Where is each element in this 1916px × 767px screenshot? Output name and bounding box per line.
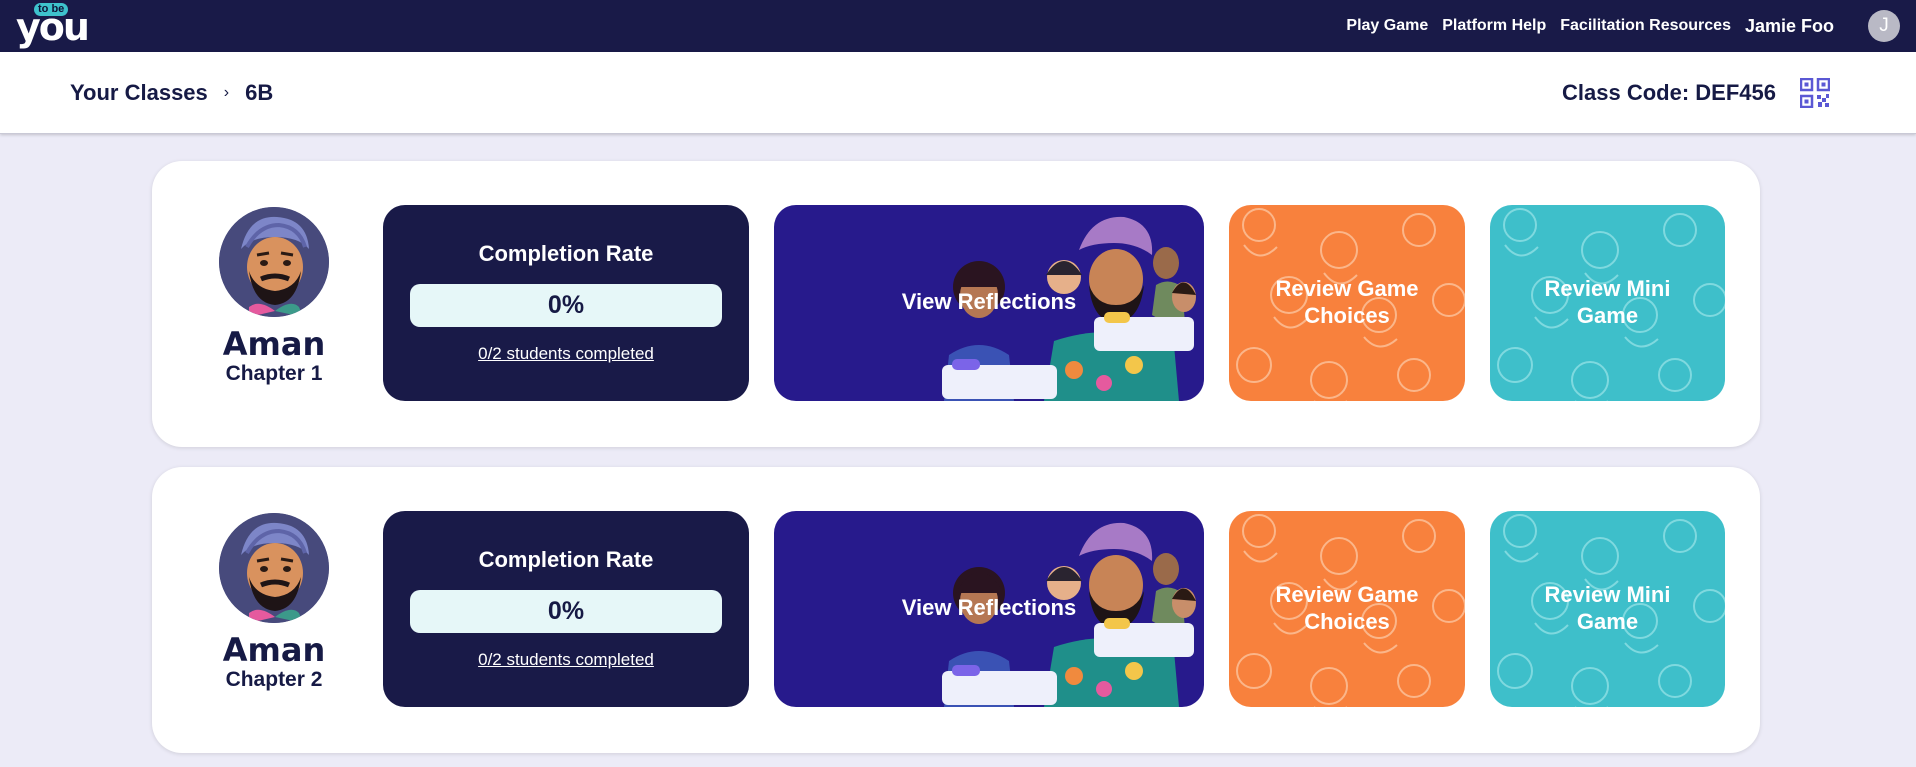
completion-percent: 0% (410, 590, 722, 633)
qr-code-icon[interactable] (1800, 78, 1830, 108)
nav-play-game[interactable]: Play Game (1346, 17, 1428, 35)
completion-title: Completion Rate (478, 241, 654, 266)
review-mini-game-label: Review Mini Game (1544, 276, 1671, 328)
class-code: Class Code: DEF456 (1562, 80, 1776, 105)
view-reflections-button[interactable]: View Reflections (774, 511, 1204, 707)
review-mini-game-button[interactable]: Review Mini Game (1490, 511, 1725, 707)
breadcrumb-current-class: 6B (245, 80, 274, 105)
breadcrumb: Your Classes › 6B (70, 80, 273, 106)
chapter-label: Chapter 2 (225, 668, 323, 691)
chapter-label: Chapter 1 (225, 362, 323, 385)
to-be-you-logo[interactable]: you to be (16, 3, 90, 47)
view-reflections-label: View Reflections (901, 289, 1077, 314)
logo-badge: to be (34, 3, 69, 16)
nav-platform-help[interactable]: Platform Help (1442, 17, 1546, 35)
completion-rate-tile: Completion Rate 0% 0/2 students complete… (383, 511, 749, 707)
nav-links: Play Game Platform Help Facilitation Res… (1346, 0, 1834, 52)
view-reflections-button[interactable]: View Reflections (774, 205, 1204, 401)
class-header: Your Classes › 6B Class Code: DEF456 (0, 52, 1916, 134)
chapter-card: Aman Chapter 2 Completion Rate 0% 0/2 st… (152, 467, 1760, 753)
nav-facilitation-resources[interactable]: Facilitation Resources (1560, 17, 1731, 35)
user-name[interactable]: Jamie Foo (1745, 16, 1834, 37)
character-name: Aman (222, 325, 326, 363)
breadcrumb-separator: › (223, 84, 230, 101)
character-block: Aman Chapter 2 (204, 513, 344, 693)
chapter-card: Aman Chapter 1 Completion Rate 0% 0/2 st… (152, 161, 1760, 447)
review-game-choices-label: Review Game Choices (1275, 276, 1419, 328)
review-mini-game-label: Review Mini Game (1544, 582, 1671, 634)
review-game-choices-button[interactable]: Review Game Choices (1229, 511, 1465, 707)
user-avatar[interactable]: J (1868, 10, 1900, 42)
review-mini-game-button[interactable]: Review Mini Game (1490, 205, 1725, 401)
review-game-choices-label: Review Game Choices (1275, 582, 1419, 634)
character-block: Aman Chapter 1 (204, 207, 344, 387)
top-nav: you to be Play Game Platform Help Facili… (0, 0, 1916, 52)
view-reflections-label: View Reflections (901, 595, 1077, 620)
students-completed-link[interactable]: 0/2 students completed (383, 650, 749, 670)
character-name: Aman (222, 631, 326, 669)
completion-title: Completion Rate (478, 547, 654, 572)
completion-percent: 0% (410, 284, 722, 327)
review-game-choices-button[interactable]: Review Game Choices (1229, 205, 1465, 401)
character-avatar (219, 513, 329, 623)
students-completed-link[interactable]: 0/2 students completed (383, 344, 749, 364)
character-avatar (219, 207, 329, 317)
completion-rate-tile: Completion Rate 0% 0/2 students complete… (383, 205, 749, 401)
breadcrumb-your-classes[interactable]: Your Classes (70, 80, 208, 106)
